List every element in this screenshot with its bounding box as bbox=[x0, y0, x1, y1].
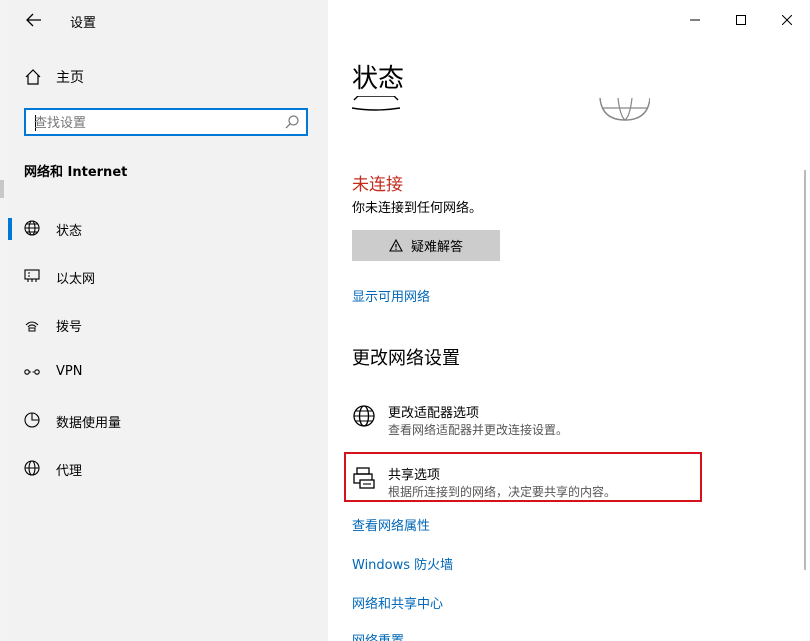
computer-base-icon bbox=[351, 96, 401, 111]
sharing-options[interactable]: 共享选项 根据所连接到的网络，决定要共享的内容。 bbox=[352, 462, 692, 502]
maximize-icon bbox=[736, 15, 746, 25]
network-sharing-center-link[interactable]: 网络和共享中心 bbox=[352, 593, 443, 612]
maximize-button[interactable] bbox=[718, 0, 764, 40]
home-icon bbox=[22, 66, 44, 88]
sidebar-item-label: 以太网 bbox=[56, 272, 96, 287]
sidebar-item-label: 代理 bbox=[56, 464, 83, 479]
option-title: 更改适配器选项 bbox=[388, 406, 480, 421]
change-adapter-options[interactable]: 更改适配器选项 查看网络适配器并更改连接设置。 bbox=[352, 400, 692, 440]
network-status-graphic bbox=[351, 96, 650, 121]
back-button[interactable] bbox=[22, 9, 46, 31]
sidebar-item-dialup[interactable]: 拨号 bbox=[8, 306, 328, 342]
sidebar: 设置 主页 网络和 Internet 状态 以太网 bbox=[8, 0, 328, 641]
sidebar-item-label: 状态 bbox=[56, 224, 83, 239]
troubleshoot-button[interactable]: 疑难解答 bbox=[352, 230, 500, 261]
option-desc: 查看网络适配器并更改连接设置。 bbox=[388, 423, 569, 437]
active-indicator bbox=[8, 218, 12, 240]
search-box[interactable] bbox=[24, 108, 308, 136]
indicator bbox=[8, 458, 12, 480]
section-heading: 网络和 Internet bbox=[24, 165, 128, 180]
indicator bbox=[8, 314, 12, 336]
settings-window: 设置 主页 网络和 Internet 状态 以太网 bbox=[8, 0, 810, 641]
ethernet-icon bbox=[22, 266, 42, 286]
back-arrow-icon bbox=[26, 13, 41, 27]
windows-firewall-link[interactable]: Windows 防火墙 bbox=[352, 554, 453, 573]
sidebar-item-label: 拨号 bbox=[56, 320, 83, 335]
sidebar-item-ethernet[interactable]: 以太网 bbox=[8, 258, 328, 294]
close-button[interactable] bbox=[764, 0, 810, 40]
nav-home[interactable]: 主页 bbox=[22, 64, 84, 90]
minimize-icon bbox=[690, 19, 700, 21]
indicator bbox=[8, 410, 12, 432]
sidebar-item-label: VPN bbox=[56, 364, 83, 379]
option-title: 共享选项 bbox=[388, 468, 441, 483]
page-title: 状态 bbox=[352, 64, 405, 94]
app-title: 设置 bbox=[70, 16, 97, 31]
change-network-settings-heading: 更改网络设置 bbox=[352, 348, 460, 369]
sidebar-item-vpn[interactable]: VPN bbox=[8, 354, 328, 390]
sidebar-item-data-usage[interactable]: 数据使用量 bbox=[8, 402, 328, 438]
background-window-tick bbox=[0, 180, 4, 198]
connection-status-desc: 你未连接到任何网络。 bbox=[352, 201, 483, 216]
nav-home-label: 主页 bbox=[56, 70, 84, 86]
indicator bbox=[8, 362, 12, 384]
globe-partial-icon bbox=[599, 97, 650, 121]
warning-icon bbox=[389, 239, 403, 252]
globe-icon bbox=[22, 218, 42, 238]
close-icon bbox=[782, 15, 792, 25]
data-usage-icon bbox=[22, 410, 42, 430]
network-reset-link[interactable]: 网络重置 bbox=[352, 630, 404, 641]
troubleshoot-label: 疑难解答 bbox=[410, 240, 463, 255]
minimize-button[interactable] bbox=[672, 0, 718, 40]
sidebar-item-proxy[interactable]: 代理 bbox=[8, 450, 328, 486]
option-desc: 根据所连接到的网络，决定要共享的内容。 bbox=[388, 485, 617, 499]
scrollbar[interactable] bbox=[804, 170, 806, 570]
sidebar-item-label: 数据使用量 bbox=[56, 416, 122, 431]
sharing-printer-icon bbox=[353, 467, 375, 489]
content-pane: 状态 未连接 你未连接到任何网络。 疑难解答 显示可用网络 更改网络设置 更改适… bbox=[328, 0, 810, 641]
proxy-globe-icon bbox=[22, 458, 42, 478]
indicator bbox=[8, 266, 12, 288]
show-available-networks-link[interactable]: 显示可用网络 bbox=[352, 286, 430, 305]
connection-status: 未连接 bbox=[352, 175, 403, 195]
search-input[interactable] bbox=[34, 113, 274, 133]
window-controls bbox=[672, 0, 810, 40]
sidebar-item-status[interactable]: 状态 bbox=[8, 210, 328, 246]
search-icon bbox=[285, 115, 299, 129]
vpn-icon bbox=[22, 362, 42, 382]
adapter-globe-icon bbox=[353, 405, 375, 427]
view-network-properties-link[interactable]: 查看网络属性 bbox=[352, 515, 430, 534]
dialup-icon bbox=[22, 314, 42, 334]
